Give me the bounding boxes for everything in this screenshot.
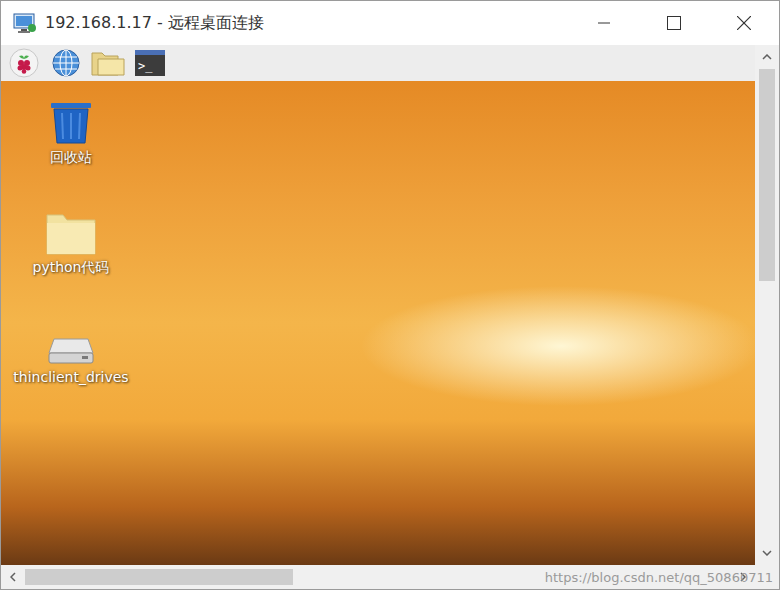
trash-icon xyxy=(49,101,93,145)
drive-icon xyxy=(48,335,94,365)
raspberry-icon xyxy=(9,48,39,78)
taskbar: >_ xyxy=(1,45,755,81)
terminal-icon: >_ xyxy=(135,50,165,76)
close-button[interactable] xyxy=(709,1,779,45)
remote-session: >_ 回收站 python代码 thinclient_drives xyxy=(1,45,779,589)
watermark: https://blog.csdn.net/qq_50860711 xyxy=(545,570,773,585)
taskbar-button[interactable] xyxy=(7,47,41,79)
minimize-button[interactable] xyxy=(569,1,639,45)
arrow-left-icon xyxy=(10,572,16,582)
globe-icon xyxy=(51,48,81,78)
desktop-icon-label: thinclient_drives xyxy=(13,369,128,385)
arrow-up-icon xyxy=(762,54,772,60)
title-bar: 192.168.1.17 - 远程桌面连接 xyxy=(1,1,779,45)
desktop-icon[interactable]: python代码 xyxy=(11,203,131,313)
taskbar-button[interactable] xyxy=(91,47,125,79)
vertical-scrollbar[interactable] xyxy=(755,45,779,565)
maximize-icon xyxy=(667,16,681,30)
arrow-down-icon xyxy=(762,550,772,556)
scroll-down-button[interactable] xyxy=(755,541,779,565)
folder-icon xyxy=(91,49,125,77)
scroll-up-button[interactable] xyxy=(755,45,779,69)
remote-desktop-icon xyxy=(13,12,37,34)
window-title: 192.168.1.17 - 远程桌面连接 xyxy=(45,13,264,34)
remote-desktop-window: 192.168.1.17 - 远程桌面连接 >_ 回收站 python代码 thincl… xyxy=(0,0,780,590)
taskbar-button[interactable]: >_ xyxy=(133,47,167,79)
desktop: 回收站 python代码 thinclient_drives xyxy=(1,81,755,565)
remote-screen: >_ 回收站 python代码 thinclient_drives xyxy=(1,45,755,565)
desktop-icon-label: 回收站 xyxy=(50,149,92,167)
scroll-left-button[interactable] xyxy=(1,565,25,589)
desktop-icon[interactable]: thinclient_drives xyxy=(11,313,131,423)
desktop-icon-label: python代码 xyxy=(33,259,110,277)
maximize-button[interactable] xyxy=(639,1,709,45)
horizontal-scroll-thumb[interactable] xyxy=(25,569,293,585)
vertical-scroll-thumb[interactable] xyxy=(759,69,775,281)
taskbar-button[interactable] xyxy=(49,47,83,79)
folder-icon xyxy=(46,213,96,255)
minimize-icon xyxy=(598,17,610,29)
close-icon xyxy=(737,16,751,30)
desktop-icon[interactable]: 回收站 xyxy=(11,93,131,203)
terminal-prompt: >_ xyxy=(138,59,152,73)
